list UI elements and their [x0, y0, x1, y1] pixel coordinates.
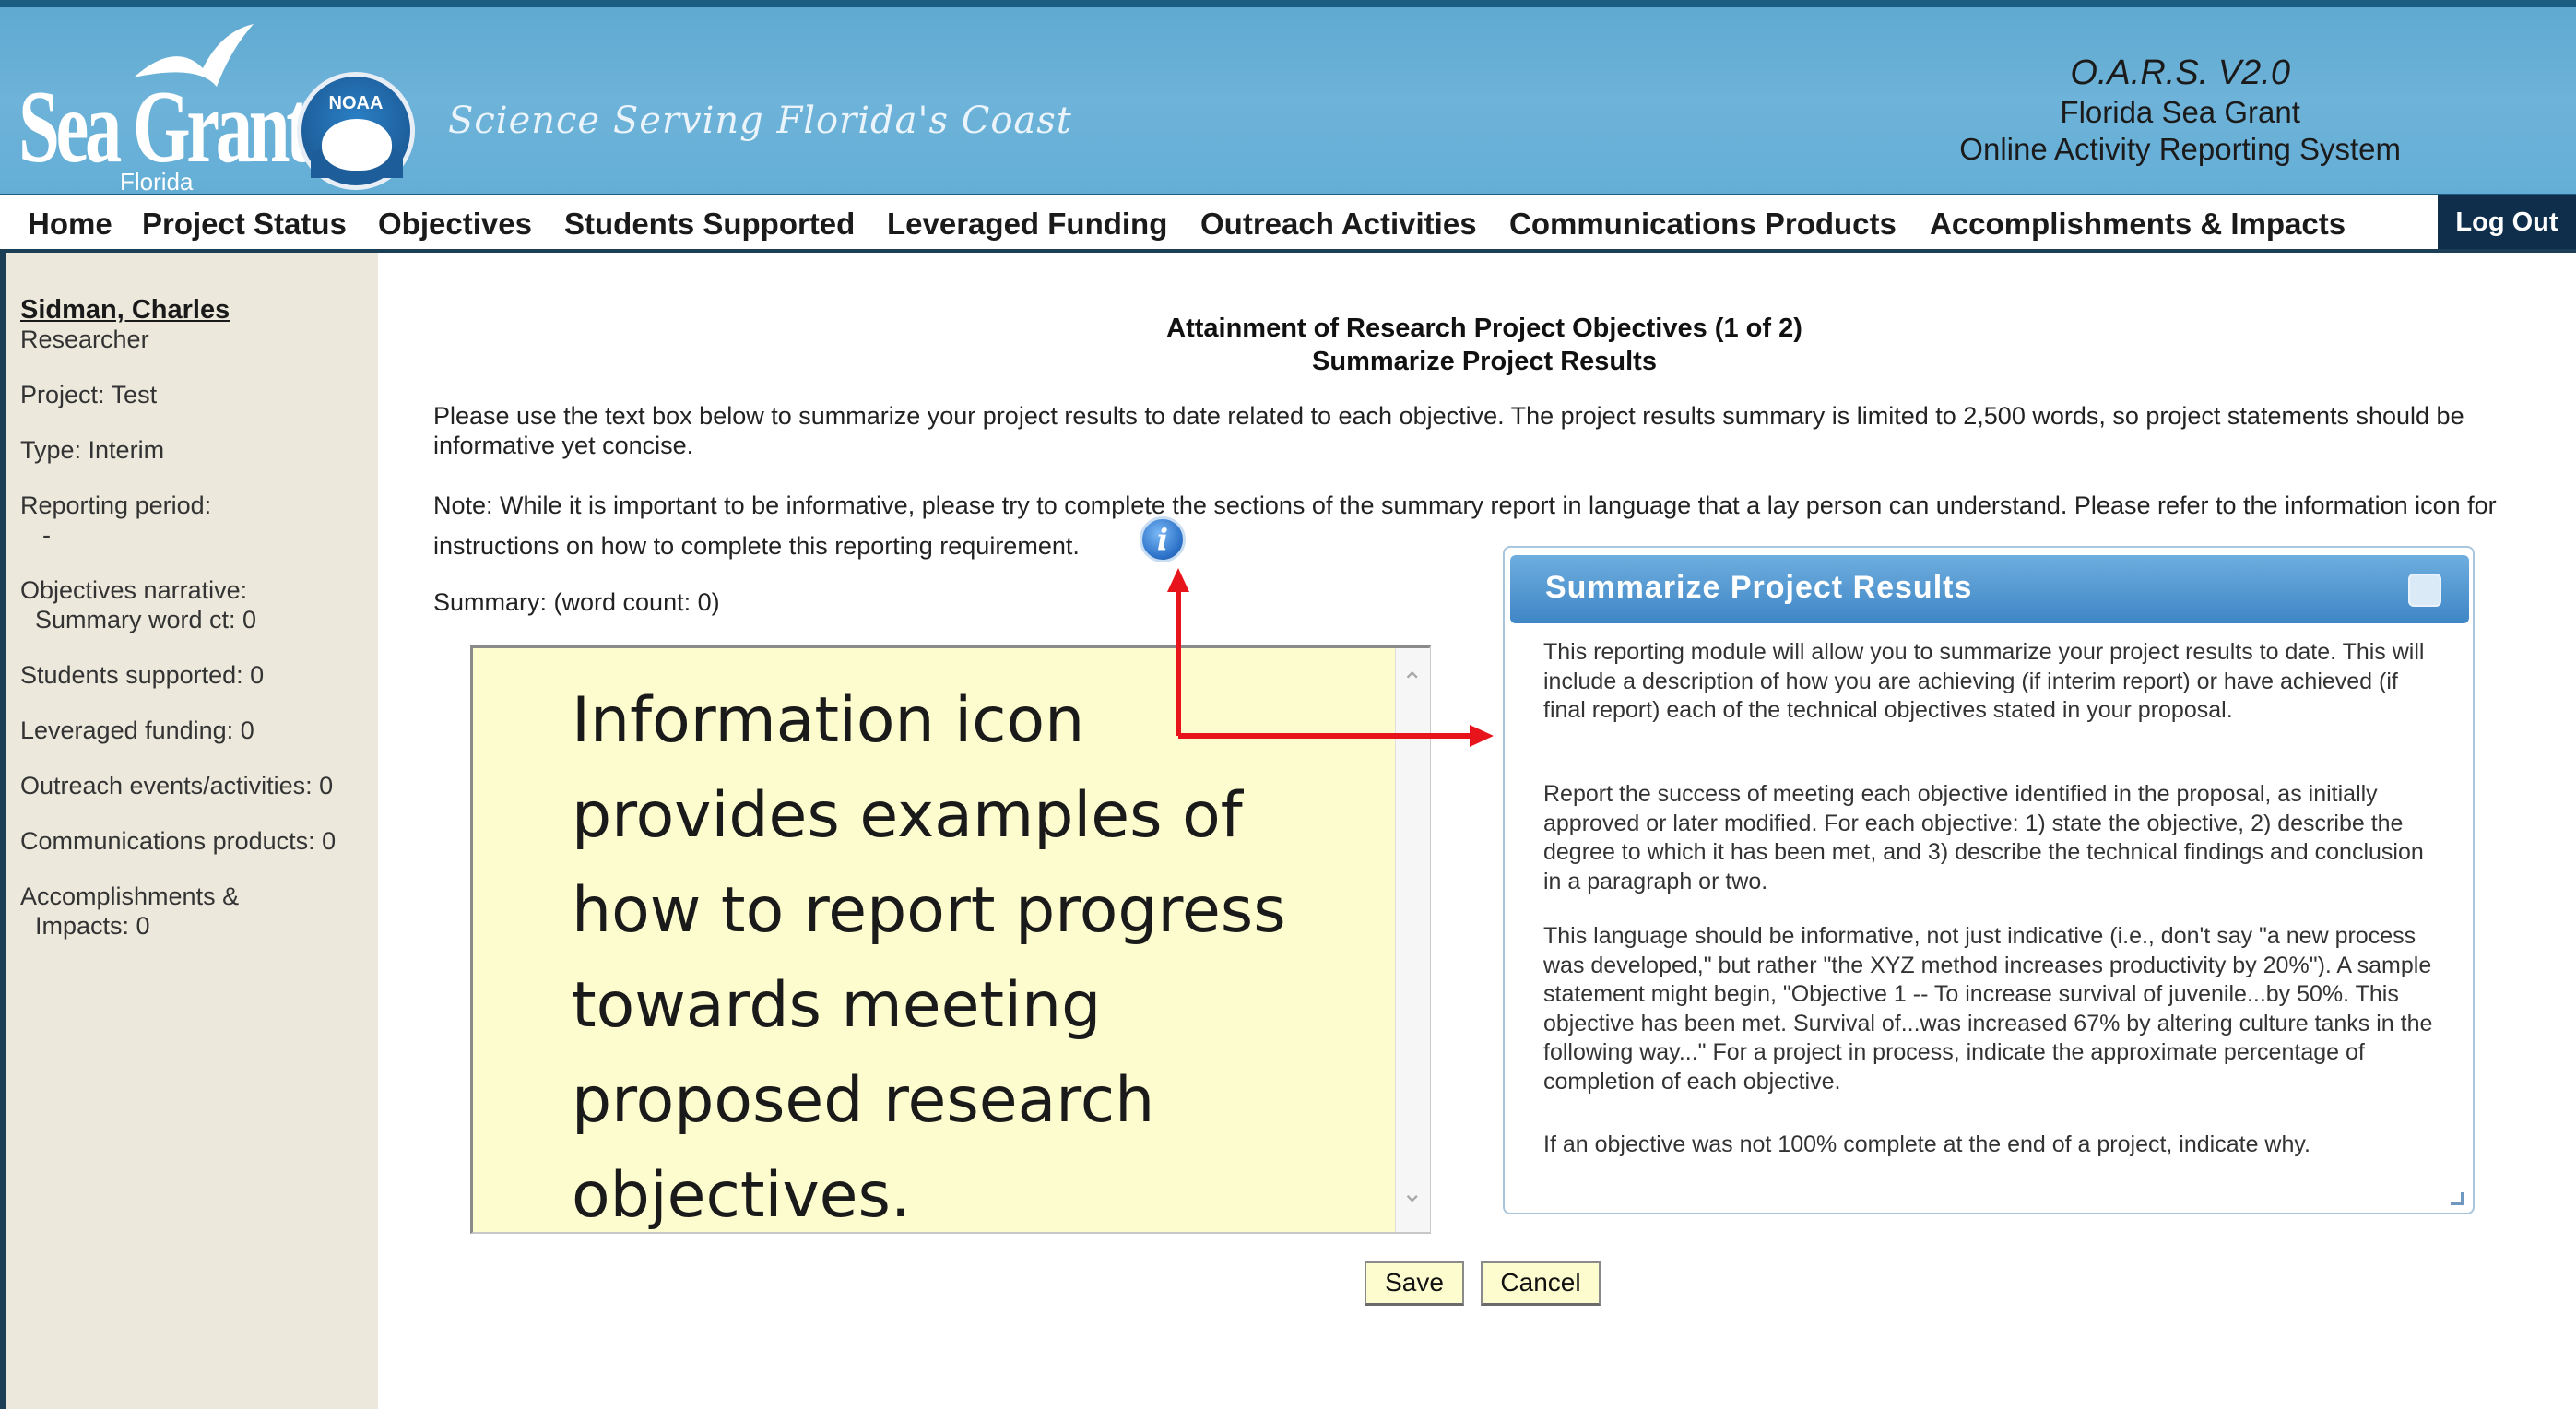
- help-paragraph: If an objective was not 100% complete at…: [1543, 1131, 2310, 1157]
- annotation-line: towards meeting: [572, 969, 1102, 1042]
- sea-grant-florida: Florida: [120, 168, 194, 195]
- page-title-line1: Attainment of Research Project Objective…: [1166, 314, 1802, 343]
- system-name: Online Activity Reporting System: [1959, 132, 2401, 166]
- help-paragraph: Report the success of meeting each objec…: [1543, 781, 2424, 894]
- instructions-text: Please use the text box below to summari…: [433, 402, 2464, 459]
- sea-grant-wordmark: Sea Grant: [18, 70, 311, 184]
- help-paragraph: This reporting module will allow you to …: [1543, 639, 2425, 723]
- system-org: Florida Sea Grant: [2060, 95, 2300, 129]
- nav-home[interactable]: Home: [28, 207, 112, 242]
- cancel-button[interactable]: Cancel: [1481, 1261, 1601, 1306]
- objectives-narrative-label: Objectives narrative:: [20, 576, 248, 604]
- user-name-link[interactable]: Sidman, Charles: [20, 295, 230, 325]
- communications-count: Communications products: 0: [20, 827, 337, 855]
- close-icon[interactable]: [2408, 574, 2441, 607]
- summary-label: Summary: (word count: 0): [433, 588, 720, 616]
- noaa-logo: NOAA: [297, 72, 415, 190]
- main-nav: Home Project Status Objectives Students …: [0, 194, 2576, 253]
- impacts-count: Impacts: 0: [35, 912, 150, 940]
- nav-objectives[interactable]: Objectives: [378, 207, 532, 242]
- report-type: Type: Interim: [20, 436, 165, 464]
- page-title-line2: Summarize Project Results: [1312, 347, 1657, 376]
- help-dialog-header[interactable]: Summarize Project Results: [1510, 555, 2469, 623]
- user-role: Researcher: [20, 326, 149, 353]
- nav-students-supported[interactable]: Students Supported: [564, 207, 855, 242]
- system-version: O.A.R.S. V2.0: [2070, 53, 2290, 92]
- annotation-line: objectives.: [572, 1159, 911, 1232]
- help-dialog-title: Summarize Project Results: [1545, 570, 1973, 605]
- outreach-count: Outreach events/activities: 0: [20, 772, 334, 799]
- save-button[interactable]: Save: [1365, 1261, 1464, 1306]
- page-title: Attainment of Research Project Objective…: [1079, 312, 1890, 378]
- accomplishments-label: Accomplishments &: [20, 882, 240, 910]
- annotation-arrow: [1167, 568, 1494, 747]
- annotation-line: proposed research: [572, 1064, 1155, 1137]
- annotation-callout: Information icon provides examples of ho…: [572, 673, 1401, 1243]
- nav-leveraged-funding[interactable]: Leveraged Funding: [887, 207, 1167, 242]
- annotation-line: how to report progress: [572, 874, 1286, 947]
- help-paragraph: This language should be informative, not…: [1543, 923, 2433, 1095]
- summary-word-count: Summary word ct: 0: [35, 606, 257, 633]
- annotation-line: provides examples of: [572, 779, 1243, 852]
- info-icon[interactable]: i: [1140, 516, 1186, 562]
- help-dialog: Summarize Project Results This reporting…: [1503, 546, 2475, 1214]
- noaa-bird-icon: [322, 119, 392, 171]
- leveraged-funding-count: Leveraged funding: 0: [20, 716, 254, 744]
- system-title: O.A.R.S. V2.0 Florida Sea Grant Online A…: [1959, 52, 2401, 168]
- nav-accomplishments-impacts[interactable]: Accomplishments & Impacts: [1930, 207, 2346, 242]
- nav-project-status[interactable]: Project Status: [142, 207, 347, 242]
- nav-outreach-activities[interactable]: Outreach Activities: [1200, 207, 1477, 242]
- scroll-down-icon[interactable]: ⌄: [1401, 1178, 1423, 1208]
- tagline: Science Serving Florida's Coast: [448, 100, 1072, 142]
- header-banner: Sea Grant Florida NOAA Science Serving F…: [0, 0, 2576, 195]
- logout-button[interactable]: Log Out: [2438, 195, 2576, 249]
- project-name: Project: Test: [20, 381, 158, 408]
- sidebar: Sidman, Charles Researcher Project: Test…: [0, 253, 378, 1409]
- reporting-period-label: Reporting period:: [20, 491, 212, 519]
- resize-grip-icon[interactable]: [2451, 1192, 2464, 1205]
- nav-communications-products[interactable]: Communications Products: [1509, 207, 1897, 242]
- students-supported-count: Students supported: 0: [20, 661, 265, 689]
- sea-grant-logo: Sea Grant Florida: [18, 24, 311, 195]
- reporting-period-value: -: [42, 521, 51, 549]
